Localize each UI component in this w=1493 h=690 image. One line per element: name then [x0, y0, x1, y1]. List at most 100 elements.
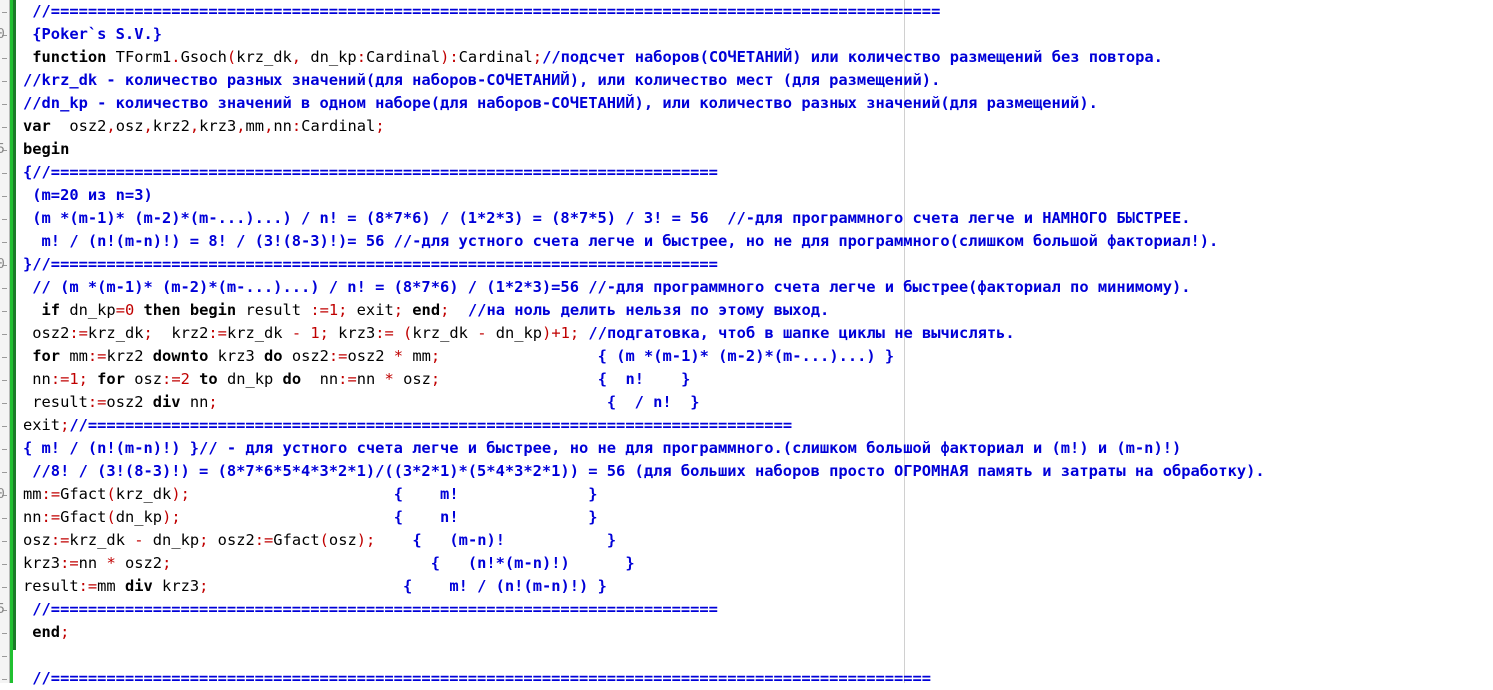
code-token: ; — [430, 347, 598, 365]
code-token: ; — [60, 623, 70, 641]
code-line[interactable]: // (m *(m-1)* (m-2)*(m-...)...) / n! = (… — [23, 276, 1190, 299]
code-token: =0 — [115, 301, 144, 319]
code-token: (m *(m-1)* (m-2)*(m-...)...) / n! = (8*7… — [23, 209, 1191, 227]
code-token: Gfact — [60, 508, 107, 526]
code-token: Cardinal — [365, 48, 441, 66]
code-token: then begin — [143, 301, 237, 319]
code-line[interactable]: result:=osz2 div nn; { / n! } — [23, 391, 699, 414]
code-token: ): — [440, 48, 459, 66]
code-token: result — [23, 577, 79, 595]
code-token: , — [189, 117, 200, 135]
code-line[interactable]: mm:=Gfact(krz_dk); { m! } — [23, 483, 598, 506]
code-token: ( — [106, 485, 116, 503]
code-line[interactable]: //======================================… — [23, 667, 931, 690]
code-line[interactable]: //======================================… — [23, 598, 718, 621]
code-token: var — [23, 117, 51, 135]
code-token: ; — [430, 370, 598, 388]
code-line[interactable]: end; — [23, 621, 69, 644]
code-token: , — [291, 48, 311, 66]
code-token: nn — [301, 370, 339, 388]
code-token: for — [97, 370, 125, 388]
code-token: //8! / (3!(8-3)!) = (8*7*6*5*4*3*2*1)/((… — [23, 462, 1265, 480]
code-line[interactable]: (m *(m-1)* (m-2)*(m-...)...) / n! = (8*7… — [23, 207, 1191, 230]
code-token: //krz_dk - количество разных значений(дл… — [23, 71, 941, 89]
code-token: mm — [245, 117, 265, 135]
code-token: nn — [356, 370, 376, 388]
code-token: osz2 — [282, 347, 329, 365]
code-token: dn_kp — [60, 301, 116, 319]
code-token: osz2 — [217, 531, 255, 549]
code-token: { m! / (n!(m-n)!) } — [402, 577, 607, 595]
code-line[interactable]: var osz2,osz,krz2,krz3,mm,nn:Cardinal; — [23, 115, 385, 138]
code-line[interactable]: krz3:=nn * osz2; { (n!*(m-n)!) } — [23, 552, 635, 575]
code-token: krz_dk — [226, 324, 283, 342]
code-token: //======================================… — [23, 600, 718, 618]
code-token: - — [467, 324, 496, 342]
code-token: osz — [403, 370, 431, 388]
code-token: * — [97, 554, 125, 572]
code-token: { (m-n)! } — [412, 531, 617, 549]
code-token: { n! } — [597, 370, 691, 388]
code-token: div — [152, 393, 181, 411]
code-token: := — [69, 324, 88, 342]
code-line[interactable]: //8! / (3!(8-3)!) = (8*7*6*5*4*3*2*1)/((… — [23, 460, 1265, 483]
code-line[interactable]: (m=20 из n=3) — [23, 184, 153, 207]
code-line[interactable]: { m! / (n!(m-n)!) }// - для устного счет… — [23, 437, 1181, 460]
code-token: dn_kp — [217, 370, 283, 388]
code-token: := — [208, 324, 227, 342]
code-line[interactable]: exit;//=================================… — [23, 414, 792, 437]
code-token: := — [87, 347, 107, 365]
code-token: := — [78, 577, 98, 595]
code-line[interactable]: function TForm1.Gsoch(krz_dk, dn_kp:Card… — [23, 46, 1163, 69]
code-token: osz2 — [106, 393, 153, 411]
code-line[interactable]: //dn_kp - количество значений в одном на… — [23, 92, 1098, 115]
code-line[interactable]: m! / (n!(m-n)!) = 8! / (3!(8-3)!)= 56 //… — [23, 230, 1219, 253]
code-token: :=1; — [50, 370, 98, 388]
code-token: dn_kp — [152, 531, 200, 549]
code-token: (m=20 из n=3) — [23, 186, 153, 204]
code-token: krz_dk — [87, 324, 144, 342]
code-token: := — [60, 554, 79, 572]
code-line[interactable]: {Poker`s S.V.} — [23, 23, 162, 46]
code-token: ; — [375, 117, 385, 135]
code-token: do — [264, 347, 283, 365]
code-line[interactable]: }//=====================================… — [23, 253, 718, 276]
code-token: nn — [78, 554, 98, 572]
code-token: mm — [412, 347, 431, 365]
code-token: Gsoch — [180, 48, 227, 66]
code-token: ; — [143, 324, 172, 342]
code-line[interactable]: if dn_kp=0 then begin result :=1; exit; … — [23, 299, 830, 322]
code-token: div — [124, 577, 153, 595]
code-line[interactable]: osz:=krz_dk - dn_kp; osz2:=Gfact(osz); {… — [23, 529, 616, 552]
code-line[interactable]: //======================================… — [23, 0, 940, 23]
code-token: ; — [162, 554, 431, 572]
code-token: downto — [152, 347, 209, 365]
code-token: krz2 — [152, 117, 190, 135]
code-token: ; — [532, 48, 543, 66]
code-token: ; — [199, 577, 403, 595]
code-token: osz2 — [23, 324, 70, 342]
code-token: result — [23, 393, 88, 411]
code-line[interactable]: {//=====================================… — [23, 161, 718, 184]
code-line[interactable]: begin — [23, 138, 69, 161]
code-token: end — [23, 623, 61, 641]
code-line[interactable]: result:=mm div krz3; { m! / (n!(m-n)!) } — [23, 575, 607, 598]
code-editor[interactable]: //======================================… — [0, 0, 1493, 687]
code-token: //подгатовка, чтоб в шапке циклы не вычи… — [588, 324, 1015, 342]
code-token: dn_kp — [310, 48, 357, 66]
code-line[interactable]: nn:=1; for osz:=2 to dn_kp do nn:=nn * o… — [23, 368, 690, 391]
code-token: := — [338, 370, 357, 388]
code-token: krz_dk — [115, 485, 172, 503]
code-token: , — [264, 117, 274, 135]
code-token: krz_dk — [236, 48, 292, 66]
code-token: if — [23, 301, 61, 319]
code-line[interactable]: for mm:=krz2 downto krz3 do osz2:=osz2 *… — [23, 345, 894, 368]
code-line[interactable]: //krz_dk - количество разных значений(дл… — [23, 69, 940, 92]
code-token: ); — [162, 508, 394, 526]
code-token: ; — [393, 301, 413, 319]
code-line[interactable]: osz2:=krz_dk; krz2:=krz_dk - 1; krz3:= (… — [23, 322, 1015, 345]
code-token: , — [143, 117, 153, 135]
code-token: - 1; — [282, 324, 339, 342]
code-line[interactable]: nn:=Gfact(dn_kp); { n! } — [23, 506, 598, 529]
code-token: //======================================… — [23, 669, 932, 687]
